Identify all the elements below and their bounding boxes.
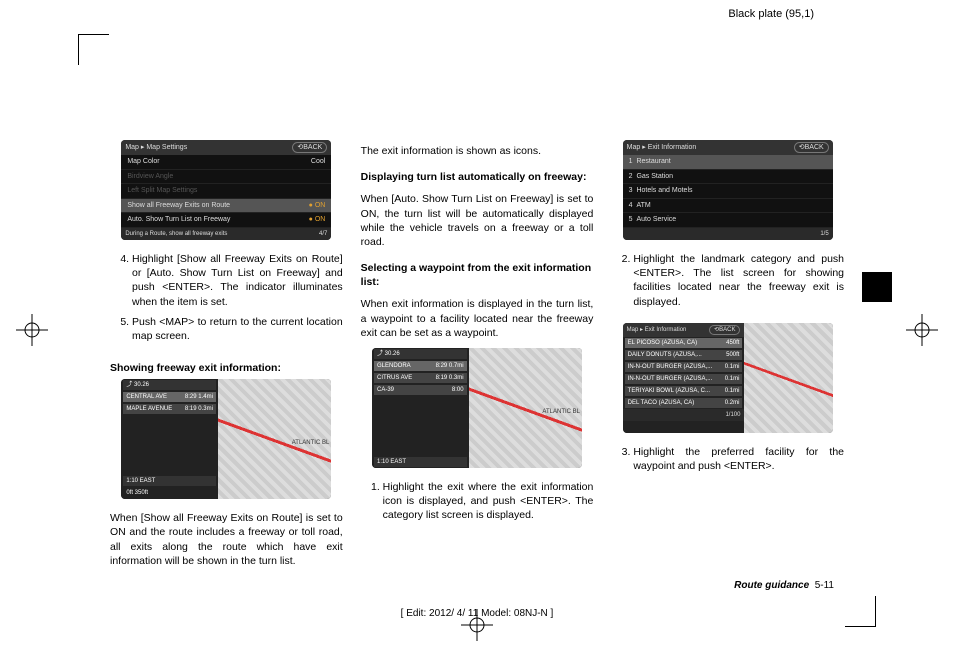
paragraph: When exit information is displayed in th… <box>361 297 594 340</box>
step-5: Push <MAP> to return to the current loca… <box>132 315 343 343</box>
breadcrumb: Map ▸ Exit Information <box>627 143 697 152</box>
step-2: Highlight the landmark category and push… <box>633 252 844 309</box>
column-2: The exit information is shown as icons. … <box>361 140 594 601</box>
section-footer: Route guidance 5-11 <box>734 580 834 591</box>
step-list: Highlight the exit where the exit inform… <box>361 480 594 529</box>
registration-mark-icon <box>906 314 938 346</box>
subheading: Selecting a waypoint from the exit infor… <box>361 261 594 289</box>
paragraph: When [Show all Freeway Exits on Route] i… <box>110 511 343 568</box>
breadcrumb: Map ▸ Map Settings <box>125 143 187 152</box>
column-3: Map ▸ Exit Information ⟲BACK 1 Restauran… <box>611 140 844 601</box>
paragraph: The exit information is shown as icons. <box>361 144 594 158</box>
subheading: Showing freeway exit information: <box>110 361 343 375</box>
back-button: ⟲BACK <box>794 142 829 153</box>
step-3: Highlight the preferred facility for the… <box>633 445 844 473</box>
nav-screenshot-exit-categories: Map ▸ Exit Information ⟲BACK 1 Restauran… <box>623 140 833 240</box>
nav-screenshot-turnlist-1: ⤴ 30.26 CENTRAL AVE8:29 1.4mi MAPLE AVEN… <box>121 379 331 499</box>
step-list: Highlight the landmark category and push… <box>611 252 844 315</box>
crop-mark <box>845 596 876 627</box>
manual-page: Black plate (95,1) Map ▸ Map Settings ⟲B… <box>0 0 954 661</box>
edit-footer: [ Edit: 2012/ 4/ 11 Model: 08NJ-N ] <box>401 608 554 619</box>
paragraph: When [Auto. Show Turn List on Freeway] i… <box>361 192 594 249</box>
column-1: Map ▸ Map Settings ⟲BACK Map ColorCool B… <box>110 140 343 601</box>
page-content: Map ▸ Map Settings ⟲BACK Map ColorCool B… <box>110 140 844 601</box>
step-list: Highlight [Show all Freeway Exits on Rou… <box>110 252 343 349</box>
step-4: Highlight [Show all Freeway Exits on Rou… <box>132 252 343 309</box>
nav-screenshot-map-settings: Map ▸ Map Settings ⟲BACK Map ColorCool B… <box>121 140 331 240</box>
nav-screenshot-facility-list: Map ▸ Exit Information⟲BACK EL PICOSO (A… <box>623 323 833 433</box>
nav-screenshot-turnlist-2: ⤴ 30.26 GLENDORA8:29 0.7mi CITRUS AVE8:1… <box>372 348 582 468</box>
step-1: Highlight the exit where the exit inform… <box>383 480 594 523</box>
plate-header: Black plate (95,1) <box>728 8 814 20</box>
step-list: Highlight the preferred facility for the… <box>611 445 844 479</box>
subheading: Displaying turn list automatically on fr… <box>361 170 594 184</box>
crop-mark <box>78 34 109 65</box>
registration-mark-icon <box>16 314 48 346</box>
section-tab <box>862 272 892 302</box>
back-button: ⟲BACK <box>292 142 327 153</box>
